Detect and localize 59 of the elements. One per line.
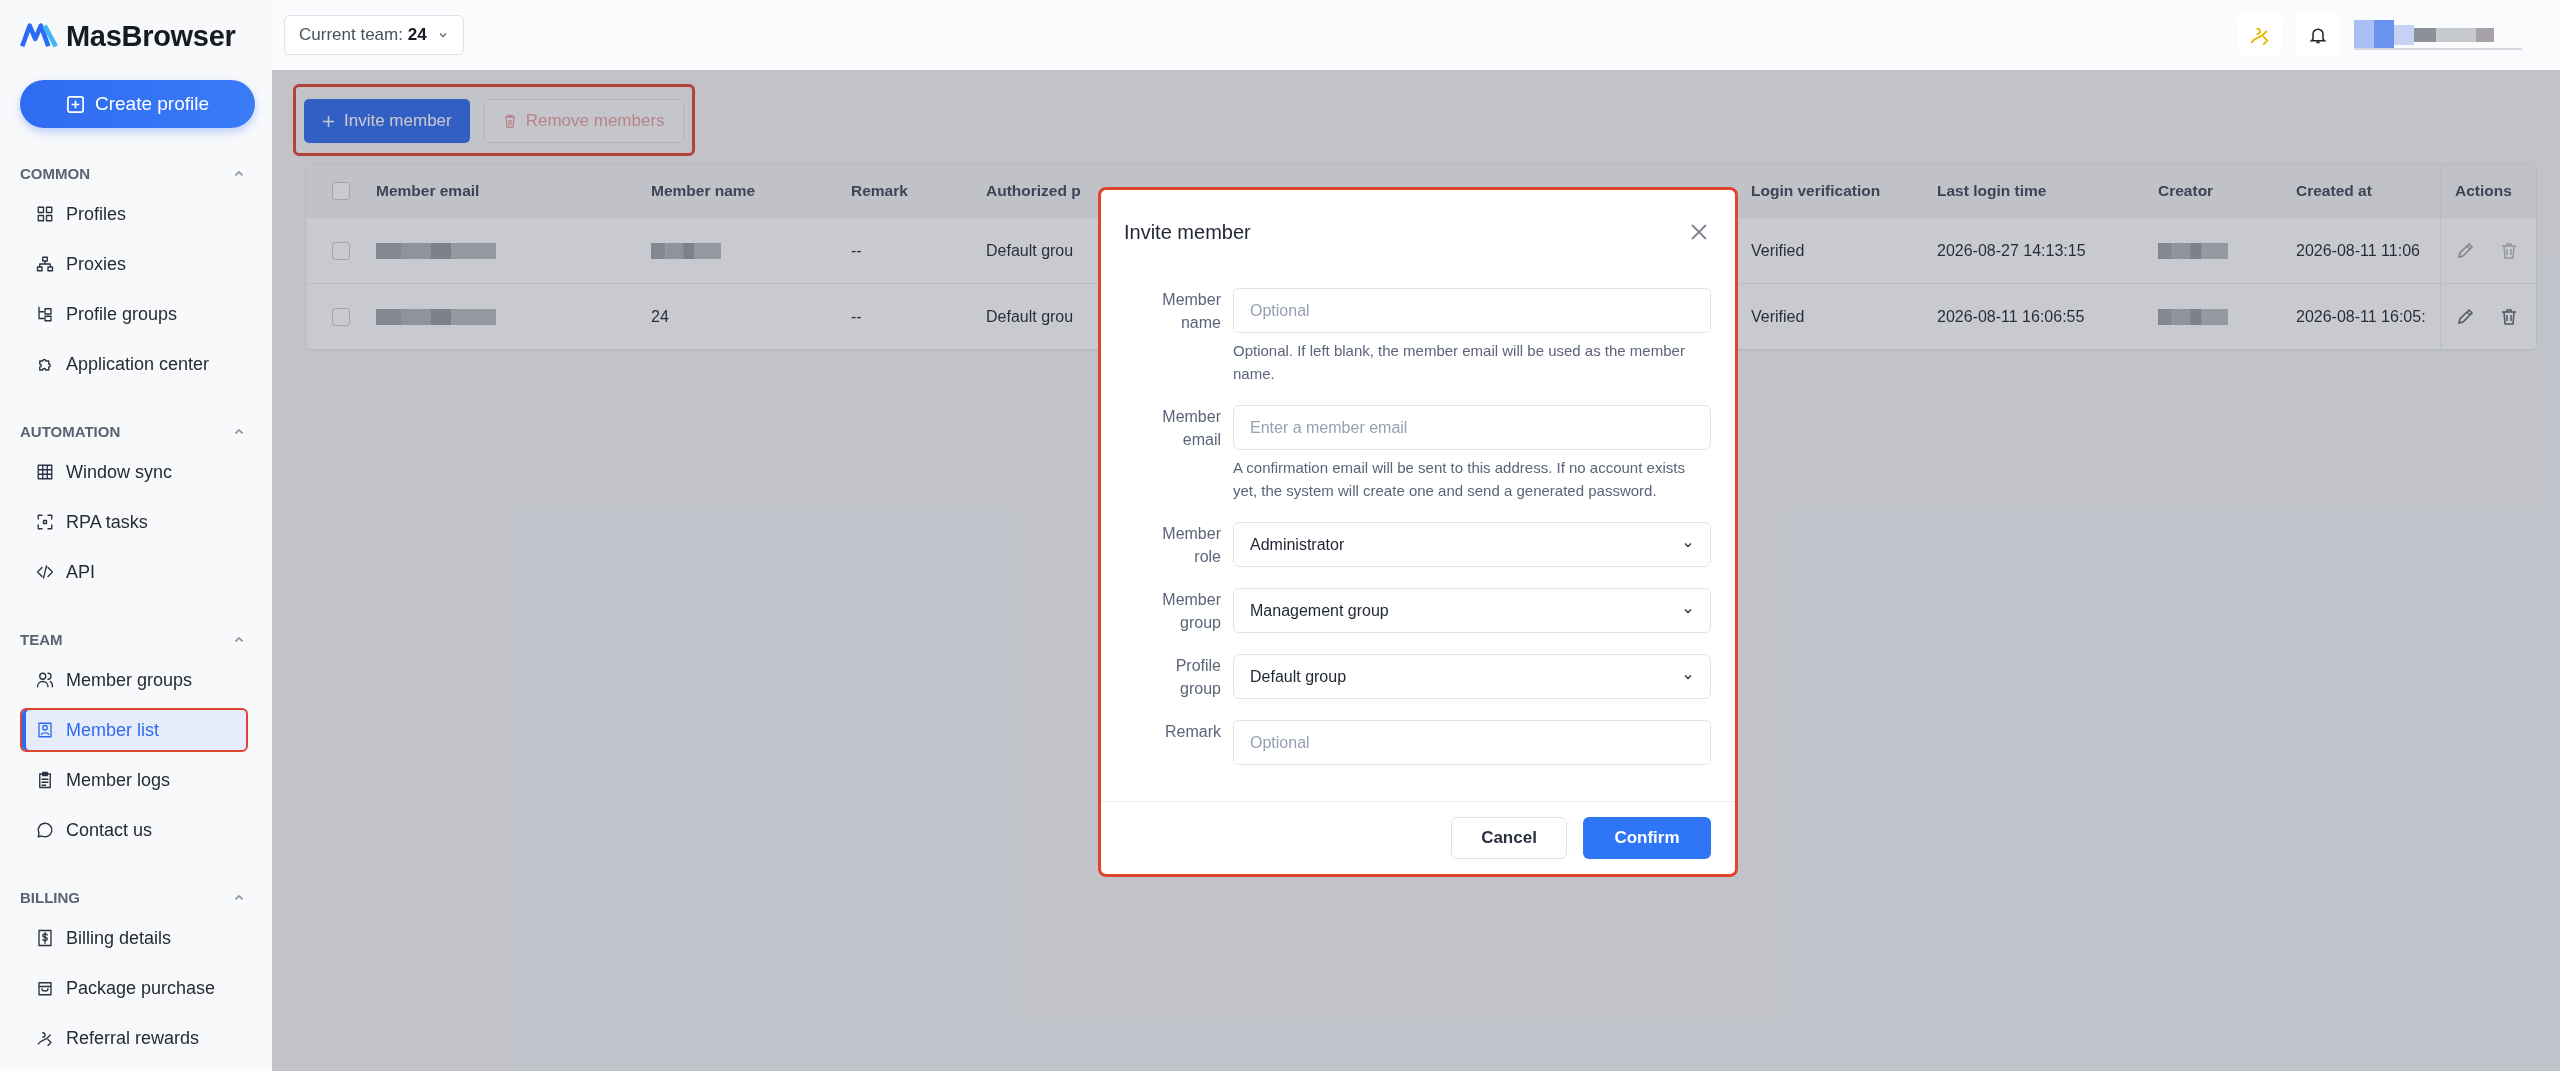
column-header: Member name xyxy=(651,182,756,200)
select-field[interactable]: Management group xyxy=(1233,588,1711,633)
sidebar-item[interactable]: Billing details xyxy=(20,916,248,960)
select-field[interactable]: Administrator xyxy=(1233,522,1711,567)
table-cell: -- xyxy=(851,307,862,326)
field-label: Member group xyxy=(1161,590,1221,633)
cancel-button[interactable]: Cancel xyxy=(1451,817,1567,859)
sidebar-item[interactable]: Profile groups xyxy=(20,292,248,336)
field-label: Profile group xyxy=(1174,656,1221,699)
sidebar-item[interactable]: RPA tasks xyxy=(20,500,248,544)
column-header: Last login time xyxy=(1937,182,2047,200)
confirm-button[interactable]: Confirm xyxy=(1583,817,1711,859)
field-label: Remark xyxy=(1164,722,1221,742)
column-header: Authorized p xyxy=(986,182,1081,200)
column-header: Actions xyxy=(2455,182,2512,200)
create-profile-button[interactable]: Create profile xyxy=(20,80,255,128)
sidebar-item[interactable]: Member logs xyxy=(20,758,248,802)
sidebar-item[interactable]: API xyxy=(20,550,248,594)
input-field[interactable]: Optional xyxy=(1233,720,1711,765)
brand-name: MasBrowser xyxy=(66,19,236,53)
section-title: BILLING xyxy=(20,888,80,906)
table-cell: Default grou xyxy=(986,307,1074,326)
sidebar-item[interactable]: Package purchase xyxy=(20,966,248,1010)
table-cell: 2026-08-11 11:06 xyxy=(2296,241,2420,260)
column-header: Remark xyxy=(851,182,908,200)
table-cell: 24 xyxy=(651,307,669,326)
column-header: Login verification xyxy=(1751,182,1881,200)
invite-member-button[interactable]: Invite member xyxy=(304,99,470,143)
select-field[interactable]: Default group xyxy=(1233,654,1711,699)
table-cell: -- xyxy=(851,241,862,260)
sidebar-item[interactable]: Profiles xyxy=(20,192,248,236)
section-title: AUTOMATION xyxy=(20,422,121,440)
sidebar-item[interactable]: Application center xyxy=(20,342,248,386)
section-title: TEAM xyxy=(20,630,63,648)
table-cell: 2026-08-27 14:13:15 xyxy=(1937,241,2086,260)
sidebar-item[interactable]: Referral rewards xyxy=(20,1016,248,1060)
field-label: Member email xyxy=(1161,407,1221,450)
column-header: Creator xyxy=(2158,182,2214,200)
team-selector[interactable]: Current team: 24 xyxy=(284,15,464,55)
sidebar-item[interactable]: Window sync xyxy=(20,450,248,494)
field-label: Member name xyxy=(1161,290,1221,333)
field-label: Member role xyxy=(1161,524,1221,567)
input-field[interactable]: Optional xyxy=(1233,288,1711,333)
table-cell: 2026-08-11 16:06:55 xyxy=(1937,307,2085,326)
sidebar-item[interactable]: Proxies xyxy=(20,242,248,286)
field-hint: Optional. If left blank, the member email will be used as the member name. xyxy=(1233,341,1686,384)
section-title: COMMON xyxy=(20,164,90,182)
field-hint: A confirmation email will be sent to this address. If no account exists yet, the system will create one and send a generated password. xyxy=(1233,458,1686,501)
sidebar-item[interactable]: Member list xyxy=(20,708,248,752)
table-cell: 2026-08-11 16:05: xyxy=(2296,307,2426,326)
input-field[interactable]: Enter a member email xyxy=(1233,405,1711,450)
column-header: Member email xyxy=(376,182,480,200)
dialog-title: Invite member xyxy=(1124,220,1251,244)
sidebar-item[interactable]: Member groups xyxy=(20,658,248,702)
column-header: Created at xyxy=(2296,182,2372,200)
table-cell: Verified xyxy=(1751,307,1805,326)
sidebar-item[interactable]: Contact us xyxy=(20,808,248,852)
table-cell: Default grou xyxy=(986,241,1074,260)
table-cell: Verified xyxy=(1751,241,1805,260)
